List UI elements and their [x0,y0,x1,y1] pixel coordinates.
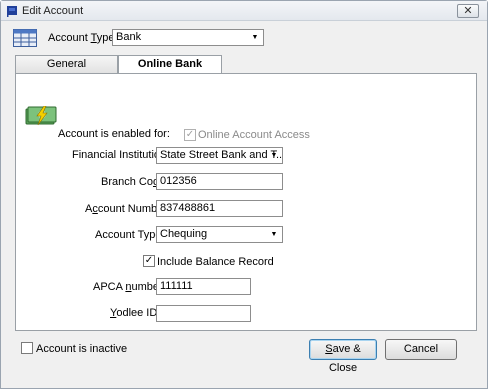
apca-number-label: APCA number: [93,281,166,293]
check-icon: ✓ [144,255,154,266]
title-bar[interactable]: Edit Account ✕ [1,1,487,21]
flag-icon [7,6,17,17]
window-title: Edit Account [22,5,84,17]
account-type-label: Account Type [48,32,115,44]
financial-institution-select[interactable]: State Street Bank and T... ▼ [156,147,283,164]
bank-account-type-select[interactable]: Chequing ▼ [156,226,283,243]
financial-institution-value: State Street Bank and T... [160,149,283,161]
online-bank-details-panel: Account is enabled for: ✓ Online Account… [15,73,477,331]
yodlee-id-label: Yodlee ID: [110,307,161,319]
close-icon: ✕ [463,5,473,17]
ledger-icon [13,29,37,47]
apca-number-input[interactable]: 111111 [156,278,251,295]
account-type-select[interactable]: Bank ▼ [112,29,264,46]
online-access-checkbox: ✓ [184,129,196,141]
bank-account-type-value: Chequing [160,228,208,240]
account-inactive-checkbox[interactable] [21,342,33,354]
chevron-down-icon: ▼ [251,34,259,41]
financial-institution-label: Financial Institution: [72,149,170,161]
include-balance-checkbox[interactable]: ✓ [143,255,155,267]
include-balance-label: Include Balance Record [157,256,274,268]
account-inactive-label: Account is inactive [36,343,128,355]
close-button[interactable]: ✕ [457,4,479,18]
save-close-button[interactable]: Save & Close [309,339,377,374]
edit-account-window: Edit Account ✕ Account Type Bank ▼ Gener… [0,0,488,389]
chevron-down-icon: ▼ [270,152,278,159]
yodlee-id-input[interactable] [156,305,251,322]
online-access-label: Online Account Access [198,129,310,141]
tab-general[interactable]: General [15,55,118,73]
account-type-value: Bank [116,31,142,43]
account-number-input[interactable]: 837488861 [156,200,283,217]
enabled-for-label: Account is enabled for: [58,128,170,140]
cancel-button[interactable]: Cancel [385,339,457,360]
money-bolt-icon [25,106,57,126]
chevron-down-icon: ▼ [270,231,278,238]
branch-code-input[interactable]: 012356 [156,173,283,190]
tab-online-bank-details[interactable]: Online Bank Details [118,55,222,86]
bank-account-type-label: Account Type: [95,229,165,241]
check-icon: ✓ [185,129,195,140]
